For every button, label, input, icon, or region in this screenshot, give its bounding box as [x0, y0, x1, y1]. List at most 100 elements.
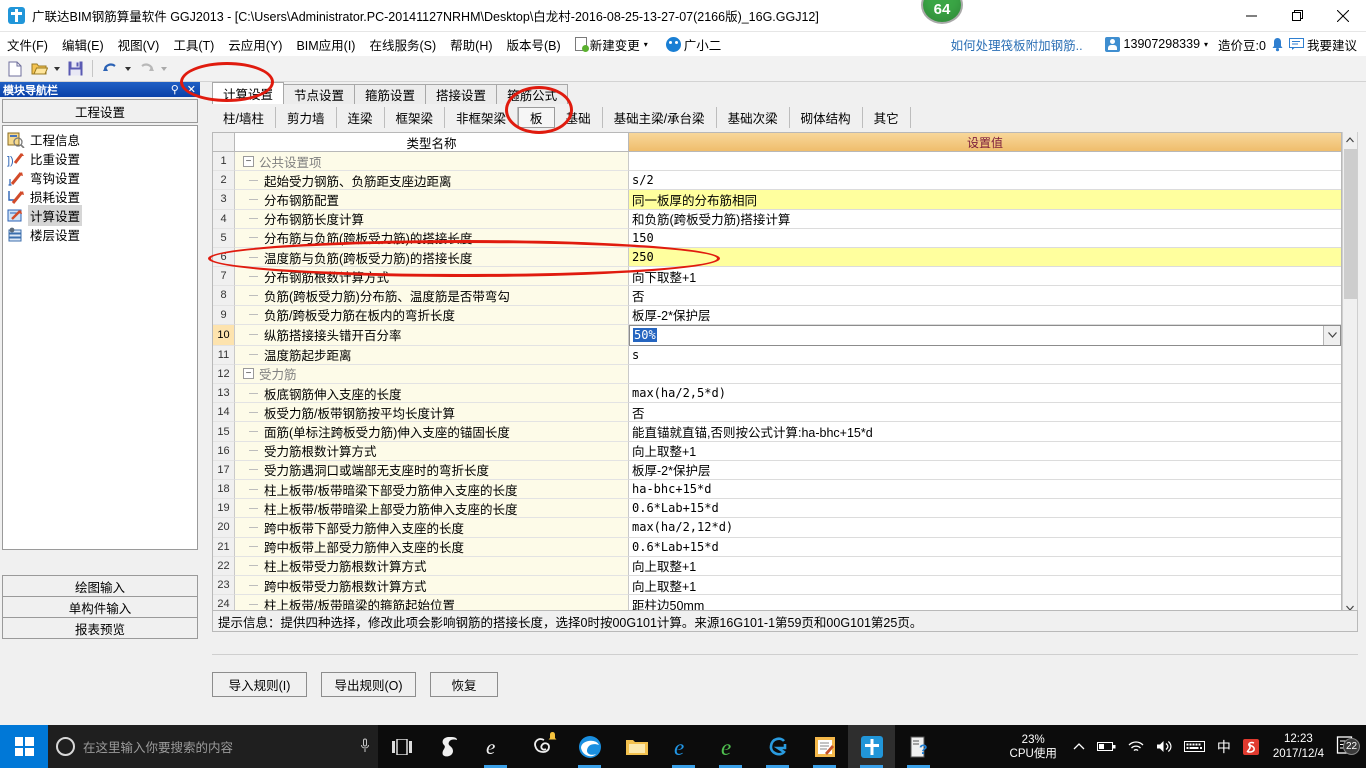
taskbar-search[interactable]: 在这里输入你要搜索的内容: [48, 725, 378, 768]
close-button[interactable]: [1320, 0, 1366, 32]
row-value[interactable]: [629, 152, 1341, 172]
table-row[interactable]: 12 − 受力筋: [213, 364, 1341, 385]
row-value[interactable]: 向上取整+1: [629, 575, 1341, 596]
microphone-icon[interactable]: [360, 738, 370, 756]
open-file-icon[interactable]: [28, 58, 50, 80]
table-row[interactable]: 4 分布钢筋长度计算 和负筋(跨板受力筋)搭接计算: [213, 209, 1341, 229]
menu-view[interactable]: 视图(V): [111, 33, 167, 56]
wifi-icon[interactable]: [1122, 740, 1150, 753]
table-row[interactable]: 21 跨中板带上部受力筋伸入支座的长度 0.6*Lab+15*d: [213, 537, 1341, 557]
grid-vertical-scrollbar[interactable]: [1342, 132, 1358, 617]
row-value[interactable]: max(ha/2,5*d): [629, 384, 1341, 404]
tab-column-wall-column[interactable]: 柱/墙柱: [212, 106, 276, 128]
save-icon[interactable]: [64, 58, 86, 80]
row-value[interactable]: s: [629, 345, 1341, 365]
keyboard-icon[interactable]: [1178, 740, 1211, 753]
table-row[interactable]: 2 起始受力钢筋、负筋距支座边距离 s/2: [213, 171, 1341, 191]
row-value[interactable]: max(ha/2,12*d): [629, 518, 1341, 538]
taskbar-app-glodon-icon[interactable]: [848, 725, 895, 768]
tab-foundation[interactable]: 基础: [555, 106, 603, 128]
sidebar-item-project-info[interactable]: 工程信息: [7, 130, 197, 149]
table-row[interactable]: 8 负筋(跨板受力筋)分布筋、温度筋是否带弯勾 否: [213, 286, 1341, 306]
tab-non-frame-beam[interactable]: 非框架梁: [445, 106, 519, 128]
tab-stirrup-settings[interactable]: 箍筋设置: [354, 84, 427, 104]
menu-help[interactable]: 帮助(H): [443, 33, 499, 56]
sidebar-item-weight-settings[interactable]: ]) 比重设置: [7, 149, 197, 168]
project-settings-group-button[interactable]: 工程设置: [2, 99, 198, 123]
row-value[interactable]: 向上取整+1: [629, 441, 1341, 461]
new-change-button[interactable]: 新建变更 ▾: [568, 33, 659, 56]
tab-stirrup-formula[interactable]: 箍筋公式: [496, 84, 569, 104]
collapse-toggle-icon[interactable]: −: [243, 155, 254, 167]
taskbar-app-edge-icon[interactable]: [566, 725, 613, 768]
taskbar-app-360-icon[interactable]: e: [707, 725, 754, 768]
export-rules-button[interactable]: 导出规则(O): [321, 672, 416, 697]
taskbar-app-sogou-icon[interactable]: [425, 725, 472, 768]
row-value[interactable]: 250: [629, 247, 1341, 268]
taskbar-clock[interactable]: 12:23 2017/12/4: [1265, 732, 1332, 762]
table-row[interactable]: 15 面筋(单标注跨板受力筋)伸入支座的锚固长度 能直锚就直锚,否则按公式计算:…: [213, 422, 1341, 442]
undo-chevron-down-icon[interactable]: [123, 58, 133, 80]
start-button[interactable]: [0, 725, 48, 768]
sidebar-item-hook-settings[interactable]: 弯钩设置: [7, 168, 197, 187]
scroll-up-button[interactable]: [1343, 132, 1357, 148]
table-row[interactable]: 17 受力筋遇洞口或端部无支座时的弯折长度 板厚-2*保护层: [213, 460, 1341, 480]
sidebar-item-floor-settings[interactable]: 楼层设置: [7, 225, 197, 244]
draw-input-button[interactable]: 绘图输入: [2, 575, 198, 597]
table-row[interactable]: 19 柱上板带/板带暗梁上部受力筋伸入支座的长度 0.6*Lab+15*d: [213, 499, 1341, 519]
table-row[interactable]: 23 跨中板带受力筋根数计算方式 向上取整+1: [213, 575, 1341, 596]
table-row[interactable]: 11 温度筋起步距离 s: [213, 345, 1341, 365]
table-row-editing[interactable]: 10 纵筋搭接接头错开百分率 50%: [213, 324, 1341, 346]
tab-calc-settings[interactable]: 计算设置: [212, 82, 285, 104]
taskbar-app-notepad-icon[interactable]: [801, 725, 848, 768]
single-component-input-button[interactable]: 单构件输入: [2, 596, 198, 618]
tab-lap-settings[interactable]: 搭接设置: [425, 84, 498, 104]
menu-bim[interactable]: BIM应用(I): [289, 33, 362, 56]
row-value[interactable]: 0.6*Lab+15*d: [629, 537, 1341, 557]
menu-edit[interactable]: 编辑(E): [55, 33, 111, 56]
battery-icon[interactable]: [1091, 741, 1122, 752]
tab-coupling-beam[interactable]: 连梁: [337, 106, 385, 128]
scrollbar-thumb[interactable]: [1344, 149, 1357, 299]
menu-cloud[interactable]: 云应用(Y): [221, 33, 289, 56]
restore-button[interactable]: 恢复: [430, 672, 498, 697]
row-value[interactable]: ha-bhc+15*d: [629, 480, 1341, 500]
maximize-button[interactable]: [1274, 0, 1320, 32]
row-value[interactable]: [629, 364, 1341, 385]
row-value[interactable]: 150: [629, 228, 1341, 248]
import-rules-button[interactable]: 导入规则(I): [212, 672, 307, 697]
table-row[interactable]: 9 负筋/跨板受力筋在板内的弯折长度 板厚-2*保护层: [213, 305, 1341, 325]
menu-version[interactable]: 版本号(B): [500, 33, 568, 56]
taskbar-app-help-doc-icon[interactable]: ?: [895, 725, 942, 768]
tab-foundation-secondary-beam[interactable]: 基础次梁: [717, 106, 790, 128]
collapse-toggle-icon[interactable]: −: [243, 368, 254, 380]
sidebar-item-calc-settings[interactable]: 计算设置: [7, 205, 197, 226]
account-label[interactable]: 13907298339: [1124, 37, 1200, 51]
taskbar-app-browser-g-icon[interactable]: [754, 725, 801, 768]
help-link[interactable]: 如何处理筏板附加钢筋..: [951, 35, 1083, 54]
ime-indicator[interactable]: 中: [1211, 737, 1237, 757]
table-row[interactable]: 1 − 公共设置项: [213, 152, 1341, 172]
row-value[interactable]: 和负筋(跨板受力筋)搭接计算: [629, 209, 1341, 229]
tab-slab[interactable]: 板: [518, 106, 555, 128]
undo-icon[interactable]: [99, 58, 121, 80]
sogou-input-icon[interactable]: [1237, 738, 1265, 755]
report-preview-button[interactable]: 报表预览: [2, 617, 198, 639]
assistant-button[interactable]: 广小二: [659, 33, 729, 56]
tab-other[interactable]: 其它: [863, 106, 911, 128]
row-value[interactable]: 能直锚就直锚,否则按公式计算:ha-bhc+15*d: [629, 422, 1341, 442]
taskbar-app-explorer-icon[interactable]: [613, 725, 660, 768]
menu-online-service[interactable]: 在线服务(S): [362, 33, 443, 56]
taskbar-app-ie11-icon[interactable]: e: [660, 725, 707, 768]
cortana-icon[interactable]: [56, 737, 75, 756]
row-value[interactable]: 向上取整+1: [629, 556, 1341, 576]
table-row[interactable]: 3 分布钢筋配置 同一板厚的分布筋相同: [213, 190, 1341, 210]
sidebar-item-loss-settings[interactable]: 损耗设置: [7, 187, 197, 206]
open-file-chevron-down-icon[interactable]: [52, 58, 62, 80]
taskbar-app-spiral-icon[interactable]: [519, 725, 566, 768]
table-row[interactable]: 18 柱上板带/板带暗梁下部受力筋伸入支座的长度 ha-bhc+15*d: [213, 480, 1341, 500]
table-row[interactable]: 6 温度筋与负筋(跨板受力筋)的搭接长度 250: [213, 247, 1341, 268]
row-value[interactable]: 板厚-2*保护层: [629, 305, 1341, 325]
tray-expand-chevron-up-icon[interactable]: [1067, 742, 1091, 751]
row-value[interactable]: 同一板厚的分布筋相同: [629, 190, 1341, 210]
